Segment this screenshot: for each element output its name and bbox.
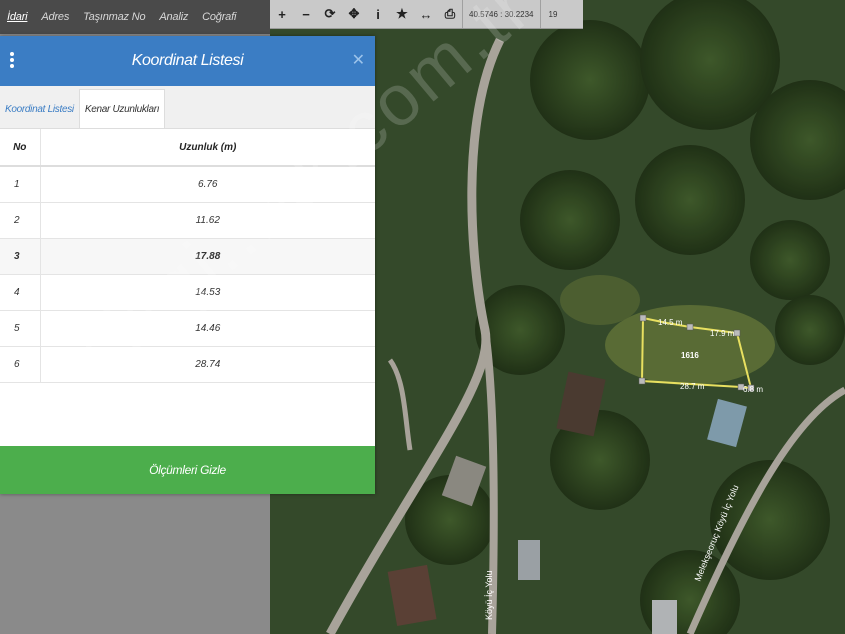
panel-title: Koordinat Listesi (131, 52, 244, 69)
row-length: 6.76 (40, 166, 375, 203)
road-label: Köyü İç Yolu (484, 570, 494, 620)
panel-tabs: Koordinat Listesi Kenar Uzunlukları (0, 86, 375, 129)
star-icon[interactable]: ★ (390, 0, 414, 28)
hide-measurements-label: Ölçümleri Gizle (149, 463, 226, 477)
table-row[interactable]: 5 14.46 (0, 310, 375, 347)
row-length: 11.62 (40, 202, 375, 239)
map-toolbar: + − ⟳ ✥ i ★ ↔ ⎙ 40.5746 : 30.2234 19 (270, 0, 583, 29)
nav-item-tasinmaz-no[interactable]: Taşınmaz No (76, 11, 152, 23)
nav-item-analiz[interactable]: Analiz (152, 11, 195, 23)
parcel-number: 1616 (681, 351, 699, 360)
locate-icon[interactable]: ✥ (342, 0, 366, 28)
close-icon[interactable]: ✕ (352, 50, 365, 70)
print-icon[interactable]: ⎙ (438, 0, 462, 28)
table-row[interactable]: 2 11.62 (0, 202, 375, 239)
edge-label: 6.8 m (743, 385, 763, 394)
row-length: 17.88 (40, 238, 375, 275)
edge-label: 17.9 m (710, 329, 735, 338)
coordinate-readout: 40.5746 : 30.2234 (462, 0, 541, 28)
row-number: 3 (0, 238, 41, 275)
table-row[interactable]: 6 28.74 (0, 346, 375, 383)
column-header-no: No (0, 129, 41, 167)
menu-icon[interactable] (10, 52, 14, 70)
zoom-out-icon[interactable]: − (294, 0, 318, 28)
zoom-in-icon[interactable]: + (270, 0, 294, 28)
row-number: 4 (0, 274, 41, 311)
edge-label: 14.5 m (658, 318, 683, 327)
tab-coordinate-list[interactable]: Koordinat Listesi (0, 90, 79, 128)
hide-measurements-button[interactable]: Ölçümleri Gizle (0, 446, 375, 494)
top-navigation: İdari Adres Taşınmaz No Analiz Coğrafi (0, 0, 270, 34)
coordinate-list-panel: Koordinat Listesi ✕ Koordinat Listesi Ke… (0, 36, 375, 494)
edge-label: 28.7 m (680, 382, 705, 391)
nav-item-adres[interactable]: Adres (34, 11, 76, 23)
tab-edge-lengths[interactable]: Kenar Uzunlukları (78, 89, 166, 128)
edge-length-table: No Uzunluk (m) 1 6.76 2 11.62 3 17.88 4 … (0, 129, 375, 383)
row-number: 1 (0, 166, 41, 203)
info-icon[interactable]: i (366, 0, 390, 28)
table-row[interactable]: 1 6.76 (0, 166, 375, 203)
measure-icon[interactable]: ↔ (414, 0, 438, 28)
row-number: 2 (0, 202, 41, 239)
row-number: 5 (0, 310, 41, 347)
row-length: 14.53 (40, 274, 375, 311)
row-length: 14.46 (40, 310, 375, 347)
column-header-length: Uzunluk (m) (40, 129, 375, 167)
panel-header: Koordinat Listesi ✕ (0, 36, 375, 86)
refresh-icon[interactable]: ⟳ (318, 0, 342, 28)
table-row[interactable]: 4 14.53 (0, 274, 375, 311)
row-length: 28.74 (40, 346, 375, 383)
row-number: 6 (0, 346, 41, 383)
table-row-selected[interactable]: 3 17.88 (0, 238, 375, 275)
nav-item-idari[interactable]: İdari (0, 11, 34, 23)
zoom-level: 19 (548, 9, 558, 19)
nav-item-cografi[interactable]: Coğrafi (195, 11, 243, 23)
